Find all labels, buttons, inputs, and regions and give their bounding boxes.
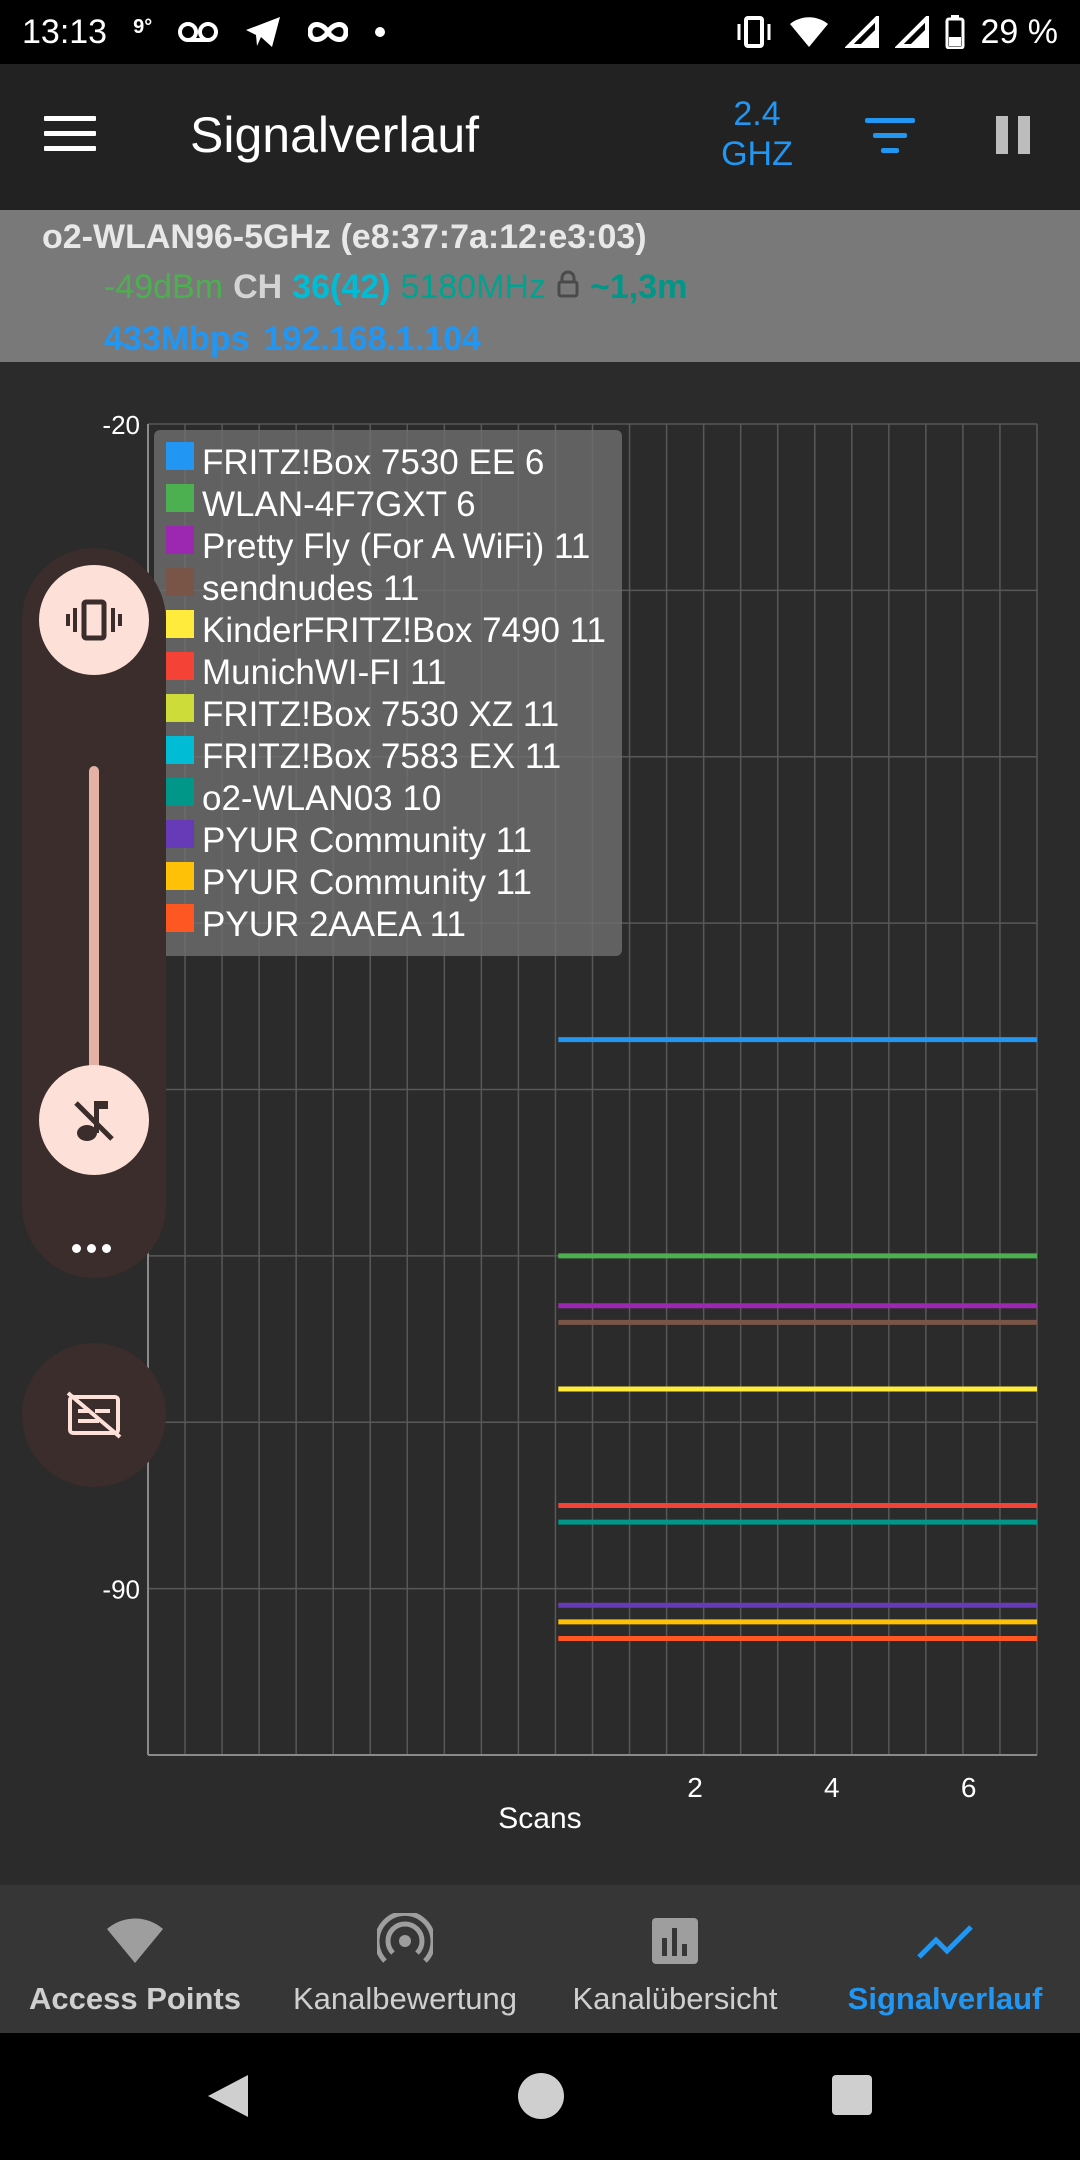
legend-item: MunichWI-FI 11 <box>166 652 446 694</box>
nav-label: Kanalübersicht <box>572 1981 778 2016</box>
legend-item: WLAN-4F7GXT 6 <box>166 484 476 526</box>
nav-kanaluebersicht[interactable]: Kanalübersicht <box>540 1885 810 2033</box>
legend-label: sendnudes 11 <box>202 569 420 608</box>
trend-icon <box>810 1911 1080 1971</box>
page-title: Signalverlauf <box>190 107 480 163</box>
battery-percent: 29 % <box>980 12 1059 51</box>
wifi-icon <box>0 1911 270 1971</box>
battery-icon <box>945 15 965 49</box>
music-off-icon[interactable] <box>39 1065 149 1175</box>
connection-panel: o2-WLAN96-5GHz (e8:37:7a:12:e3:03) -49dB… <box>0 210 1080 362</box>
connection-frequency: 5180MHz <box>400 268 546 306</box>
legend-swatch <box>166 778 194 806</box>
signal-icon <box>894 16 929 48</box>
status-time: 13:13 <box>22 12 108 51</box>
volume-panel <box>22 548 166 1278</box>
legend-item: FRITZ!Box 7530 EE 6 <box>166 442 544 484</box>
legend-swatch <box>166 526 194 554</box>
legend-item: PYUR Community 11 <box>166 862 532 904</box>
connection-distance: ~1,3m <box>589 268 688 306</box>
telegram-icon <box>244 15 282 49</box>
legend-label: Pretty Fly (For A WiFi) 11 <box>202 527 591 566</box>
legend-item: FRITZ!Box 7530 XZ 11 <box>166 694 559 736</box>
band-unit: GHZ <box>721 135 793 173</box>
bar-chart-icon <box>540 1911 810 1971</box>
chart-legend: FRITZ!Box 7530 EE 6 WLAN-4F7GXT 6 Pretty F… <box>154 430 622 956</box>
captions-off-icon[interactable] <box>22 1343 166 1487</box>
signal-icon <box>844 16 879 48</box>
connection-speed: 433Mbps <box>104 320 250 358</box>
connection-level: -49dBm <box>104 268 224 306</box>
back-icon[interactable] <box>206 2073 250 2124</box>
lock-icon <box>556 268 580 307</box>
dot-icon <box>374 26 386 38</box>
x-tick-label: 6 <box>961 1772 977 1803</box>
status-temperature: 9° <box>133 15 153 38</box>
legend-item: o2-WLAN03 10 <box>166 778 441 820</box>
legend-label: PYUR 2AAEA 11 <box>202 905 466 944</box>
x-axis-label: Scans <box>498 1802 581 1835</box>
legend-swatch <box>166 862 194 890</box>
infinity-icon <box>308 20 349 44</box>
recents-icon[interactable] <box>832 2075 872 2115</box>
connection-ip: 192.168.1.104 <box>263 320 481 358</box>
connection-channel: 36(42) <box>292 268 391 306</box>
y-tick-label: -20 <box>102 410 140 440</box>
x-tick-label: 2 <box>687 1772 703 1803</box>
bottom-nav: Access Points Kanalbewertung Kanalübersi… <box>0 1885 1080 2033</box>
voicemail-icon <box>178 17 219 47</box>
legend-label: FRITZ!Box 7530 XZ 11 <box>202 695 560 734</box>
home-icon[interactable] <box>518 2073 564 2119</box>
wifi-icon <box>789 16 829 48</box>
legend-label: PYUR Community 11 <box>202 821 533 860</box>
legend-swatch <box>166 484 194 512</box>
nav-access-points[interactable]: Access Points <box>0 1885 270 2033</box>
legend-swatch <box>166 652 194 680</box>
legend-label: o2-WLAN03 10 <box>202 779 442 818</box>
menu-icon[interactable] <box>40 109 100 165</box>
connection-ssid: o2-WLAN96-5GHz (e8:37:7a:12:e3:03) <box>42 218 647 256</box>
nav-label: Access Points <box>29 1981 241 2016</box>
legend-swatch <box>166 610 194 638</box>
legend-swatch <box>166 694 194 722</box>
legend-swatch <box>166 568 194 596</box>
legend-item: PYUR 2AAEA 11 <box>166 904 466 946</box>
vibrate-icon[interactable] <box>39 565 149 675</box>
band-toggle-button[interactable]: 2.4 GHZ <box>712 94 802 174</box>
nav-signalverlauf[interactable]: Signalverlauf <box>810 1885 1080 2033</box>
pause-icon[interactable] <box>996 116 1036 160</box>
legend-label: KinderFRITZ!Box 7490 11 <box>202 611 606 650</box>
legend-label: WLAN-4F7GXT 6 <box>202 485 476 524</box>
legend-item: sendnudes 11 <box>166 568 419 610</box>
nav-label: Signalverlauf <box>847 1981 1043 2016</box>
legend-swatch <box>166 736 194 764</box>
x-tick-label: 4 <box>824 1772 840 1803</box>
vibrate-icon <box>735 15 773 49</box>
legend-label: PYUR Community 11 <box>202 863 533 902</box>
status-bar: 13:13 9° 29 % <box>0 0 1080 64</box>
legend-item: Pretty Fly (For A WiFi) 11 <box>166 526 590 568</box>
legend-item: KinderFRITZ!Box 7490 11 <box>166 610 606 652</box>
nav-label: Kanalbewertung <box>292 1981 518 2016</box>
system-nav-bar <box>0 2033 1080 2160</box>
nav-kanalbewertung[interactable]: Kanalbewertung <box>270 1885 540 2033</box>
radar-icon <box>270 1911 540 1971</box>
band-value: 2.4 <box>733 95 781 133</box>
legend-swatch <box>166 904 194 932</box>
legend-item: FRITZ!Box 7583 EX 11 <box>166 736 561 778</box>
legend-swatch <box>166 442 194 470</box>
app-bar: Signalverlauf 2.4 GHZ <box>0 64 1080 210</box>
legend-label: FRITZ!Box 7530 EE 6 <box>202 443 545 482</box>
legend-label: MunichWI-FI 11 <box>202 653 447 692</box>
filter-icon[interactable] <box>858 118 922 158</box>
legend-swatch <box>166 820 194 848</box>
y-tick-label: -90 <box>102 1575 140 1605</box>
connection-channel-label: CH <box>233 268 283 306</box>
legend-label: FRITZ!Box 7583 EX 11 <box>202 737 562 776</box>
volume-slider[interactable] <box>89 766 99 1086</box>
legend-item: PYUR Community 11 <box>166 820 532 862</box>
more-icon[interactable] <box>72 1238 116 1258</box>
